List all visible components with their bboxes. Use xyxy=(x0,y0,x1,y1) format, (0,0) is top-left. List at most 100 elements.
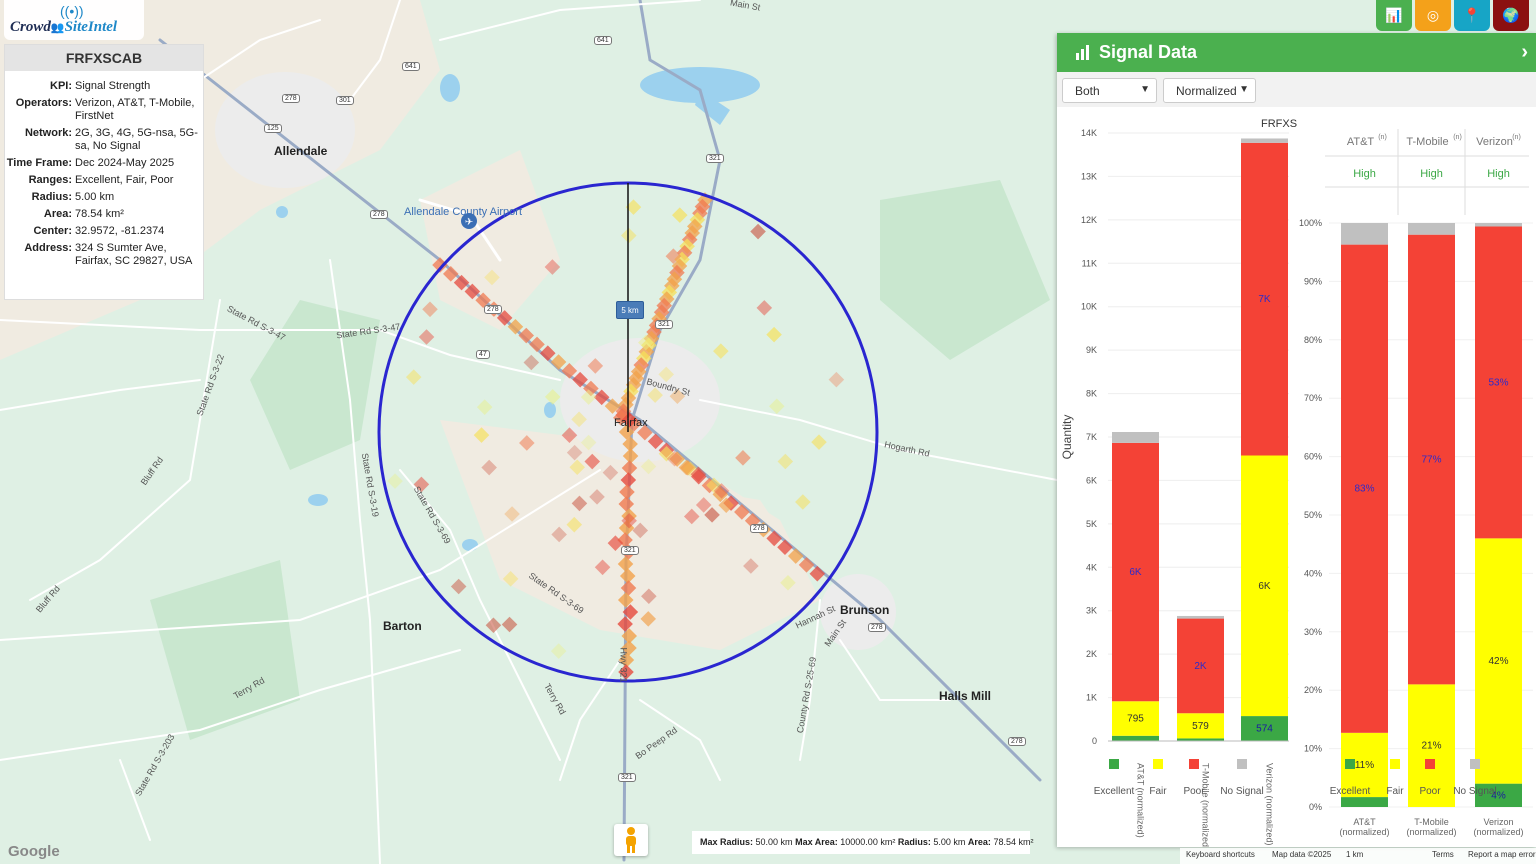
location-button[interactable]: 📍 xyxy=(1454,0,1490,31)
radius-value: 5.00 km xyxy=(933,837,966,847)
legend-swatch[interactable] xyxy=(1425,759,1435,769)
target-button[interactable]: ◎ xyxy=(1415,0,1451,31)
site-info-value: 32.9572, -81.2374 xyxy=(75,225,165,237)
site-info-key: KPI: xyxy=(50,80,72,92)
keyboard-shortcuts-link[interactable]: Keyboard shortcuts xyxy=(1186,850,1255,859)
legend-swatch[interactable] xyxy=(1237,759,1247,769)
bar-segment[interactable] xyxy=(1241,138,1288,143)
max-area-value: 10000.00 km² xyxy=(840,837,896,847)
site-info-panel: FRFXSCAB KPI: Signal Strength Operators: Ve… xyxy=(4,44,204,300)
y-tick-label: 13K xyxy=(1081,171,1097,181)
operator-select[interactable]: Both ▼ xyxy=(1062,78,1157,103)
y-tick-label: 80% xyxy=(1304,335,1322,345)
y-tick-label: 2K xyxy=(1086,649,1097,659)
legend-label: Excellent xyxy=(1094,786,1135,797)
x-tick-label: T-Mobile (normalized) xyxy=(1201,763,1211,847)
radius-distance-chip[interactable]: 5 km xyxy=(616,301,644,319)
report-error-link[interactable]: Report a map error xyxy=(1468,850,1536,859)
legend-swatch[interactable] xyxy=(1345,759,1355,769)
route-shield: 321 xyxy=(706,154,724,163)
bar-segment[interactable] xyxy=(1408,223,1455,235)
site-info-key: Address: xyxy=(24,242,72,254)
y-tick-label: 100% xyxy=(1299,218,1322,228)
y-axis-label: Quantity xyxy=(1060,415,1074,460)
logo-text-part1: Crowd xyxy=(10,19,51,35)
y-tick-label: 6K xyxy=(1086,475,1097,485)
site-info-value: Signal Strength xyxy=(75,80,151,92)
bar-segment[interactable] xyxy=(1112,735,1159,741)
map-data-text: Map data ©2025 xyxy=(1272,850,1332,859)
label-allendale: Allendale xyxy=(274,144,328,158)
site-info-value: 78.54 km² xyxy=(75,208,124,220)
signal-data-button[interactable]: 📊 xyxy=(1376,0,1412,31)
y-tick-label: 40% xyxy=(1304,568,1322,578)
legend-label: No Signal xyxy=(1453,786,1496,797)
site-info-key: Operators: xyxy=(15,97,72,109)
y-tick-label: 9K xyxy=(1086,345,1097,355)
site-info-value: Excellent, Fair, Poor xyxy=(75,174,174,186)
legend-label: Fair xyxy=(1386,786,1404,797)
y-tick-label: 3K xyxy=(1086,606,1097,616)
site-info-row: Operators: Verizon, AT&T, T-Mobile, First… xyxy=(5,95,203,125)
legend-label: Excellent xyxy=(1330,786,1371,797)
signal-data-panel: Signal Data › Both▼ Normalized▼ FRFXSCAB… xyxy=(1057,33,1536,847)
y-tick-label: 8K xyxy=(1086,389,1097,399)
route-shield: 278 xyxy=(370,210,388,219)
label-hwy-321: Hwy 321 xyxy=(618,647,629,683)
y-tick-label: 60% xyxy=(1304,452,1322,462)
bar-segment[interactable] xyxy=(1112,432,1159,443)
legend-swatch[interactable] xyxy=(1470,759,1480,769)
site-info-value: Dec 2024-May 2025 xyxy=(75,157,175,169)
tech-column-value: High xyxy=(1487,168,1510,180)
signal-panel-header: Signal Data › xyxy=(1057,33,1536,72)
route-shield: 47 xyxy=(476,350,490,359)
bar-segment[interactable] xyxy=(1341,223,1388,245)
bar-segment[interactable] xyxy=(1475,223,1522,227)
operator-select-value: Both xyxy=(1075,84,1100,98)
y-tick-label: 10% xyxy=(1304,744,1322,754)
app-logo[interactable]: ((•)) Crowd👥SiteIntel xyxy=(4,0,144,40)
bar-segment[interactable] xyxy=(1341,797,1388,807)
site-info-title: FRFXSCAB xyxy=(5,45,203,71)
legend-swatch[interactable] xyxy=(1153,759,1163,769)
label-brunson: Brunson xyxy=(840,603,890,617)
y-tick-label: 11K xyxy=(1082,258,1097,268)
radius-info-bar: Max Radius: 50.00 km Max Area: 10000.00 … xyxy=(692,831,1033,854)
mode-select[interactable]: Normalized ▼ xyxy=(1163,78,1256,103)
map-pin-icon: 📍 xyxy=(1463,7,1481,23)
y-tick-label: 5K xyxy=(1086,519,1097,529)
y-tick-label: 0 xyxy=(1092,736,1097,746)
label-fairfax: Fairfax xyxy=(614,417,648,429)
route-shield: 278 xyxy=(484,305,502,314)
bar-data-label: 6K xyxy=(1258,581,1271,592)
site-info-row: Ranges: Excellent, Fair, Poor xyxy=(5,172,203,189)
street-view-pegman-icon[interactable] xyxy=(614,824,648,856)
bar-data-label: 11% xyxy=(1355,760,1374,771)
globe-button[interactable]: 🌍 xyxy=(1493,0,1529,31)
bar-data-label: 2K xyxy=(1194,661,1207,672)
site-info-row: Network: 2G, 3G, 4G, 5G-nsa, 5G-sa, No Si… xyxy=(5,125,203,155)
legend-swatch[interactable] xyxy=(1189,759,1199,769)
y-tick-label: 4K xyxy=(1086,562,1097,572)
bar-chart-icon xyxy=(1075,44,1093,65)
bar-data-label: 21% xyxy=(1421,741,1441,752)
legend-swatch[interactable] xyxy=(1390,759,1400,769)
label-airport: Allendale County Airport xyxy=(404,206,523,218)
bar-segment[interactable] xyxy=(1177,615,1224,619)
bar-data-label: 7K xyxy=(1258,294,1271,305)
route-shield: 278 xyxy=(1008,737,1026,746)
scale-text[interactable]: 1 km xyxy=(1346,850,1363,859)
signal-panel-title: Signal Data xyxy=(1099,42,1198,62)
google-logo[interactable]: Google xyxy=(8,843,60,860)
y-tick-label: 14K xyxy=(1081,128,1097,138)
y-tick-label: 20% xyxy=(1304,685,1322,695)
airport-glyph: ✈ xyxy=(465,217,473,228)
collapse-chevron-icon[interactable]: › xyxy=(1521,41,1528,64)
route-shield: 641 xyxy=(594,36,612,45)
site-info-key: Center: xyxy=(33,225,72,237)
terms-link[interactable]: Terms xyxy=(1432,850,1454,859)
legend-swatch[interactable] xyxy=(1109,759,1119,769)
bar-data-label: 574 xyxy=(1256,724,1273,735)
max-radius-label: Max Radius: xyxy=(700,837,754,847)
site-info-value: 2G, 3G, 4G, 5G-nsa, 5G-sa, No Signal xyxy=(75,127,198,152)
